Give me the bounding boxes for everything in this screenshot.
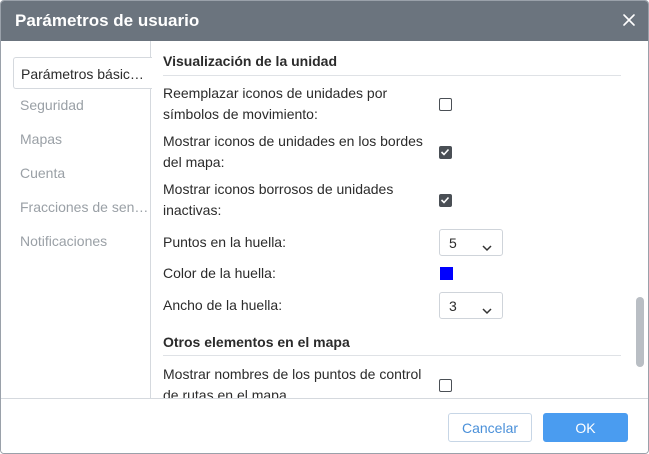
replace-icons-label: Reemplazar iconos de unidades por símbol… <box>163 85 388 122</box>
section-title-unit-display: Visualización de la unidad <box>163 53 338 69</box>
track-points-value: 5 <box>449 235 457 251</box>
sidebar-item-account[interactable]: Cuenta <box>1 157 151 189</box>
section-title-other-elements: Otros elementos en el mapa <box>163 334 350 350</box>
sidebar-item-security[interactable]: Seguridad <box>1 89 151 121</box>
dialog-footer: Cancelar OK <box>1 398 648 453</box>
show-icons-edges-checkbox[interactable] <box>439 146 452 159</box>
dialog-titlebar: Parámetros de usuario <box>1 1 648 41</box>
show-icons-edges-label: Mostrar iconos de unidades en los bordes… <box>163 133 423 170</box>
replace-icons-checkbox[interactable] <box>439 98 452 111</box>
track-width-label: Ancho de la huella: <box>163 297 283 313</box>
blurred-icons-label: Mostrar iconos borrosos de unidades inac… <box>163 181 394 218</box>
track-width-select[interactable]: 3 <box>439 292 503 319</box>
ok-button[interactable]: OK <box>543 413 628 442</box>
chevron-down-icon <box>482 302 492 320</box>
section-divider <box>163 355 621 356</box>
track-points-select[interactable]: 5 <box>439 229 503 256</box>
sidebar-item-basic-params[interactable]: Parámetros básic… <box>13 57 152 89</box>
track-color-swatch[interactable] <box>440 267 453 280</box>
settings-sidebar: Parámetros básic… Seguridad Mapas Cuenta… <box>1 41 152 398</box>
blurred-icons-checkbox[interactable] <box>439 194 452 207</box>
sidebar-item-sensor-fractions[interactable]: Fracciones de sen… <box>1 191 151 223</box>
section-divider <box>163 75 621 76</box>
dialog-title: Parámetros de usuario <box>15 11 200 30</box>
settings-content: Visualización de la unidad Reemplazar ic… <box>151 41 637 398</box>
track-points-label: Puntos en la huella: <box>163 234 286 250</box>
chevron-down-icon <box>482 239 492 257</box>
close-icon[interactable] <box>620 11 638 29</box>
route-checkpoints-label: Mostrar nombres de los puntos de control… <box>163 366 422 398</box>
scrollbar-thumb[interactable] <box>636 297 644 367</box>
route-checkpoints-checkbox[interactable] <box>439 379 452 392</box>
user-settings-dialog: Parámetros de usuario Parámetros básic… … <box>0 0 649 454</box>
track-color-label: Color de la huella: <box>163 265 276 281</box>
cancel-button[interactable]: Cancelar <box>448 413 532 442</box>
sidebar-item-notifications[interactable]: Notificaciones <box>1 225 151 257</box>
sidebar-item-maps[interactable]: Mapas <box>1 123 151 155</box>
track-width-value: 3 <box>449 298 457 314</box>
